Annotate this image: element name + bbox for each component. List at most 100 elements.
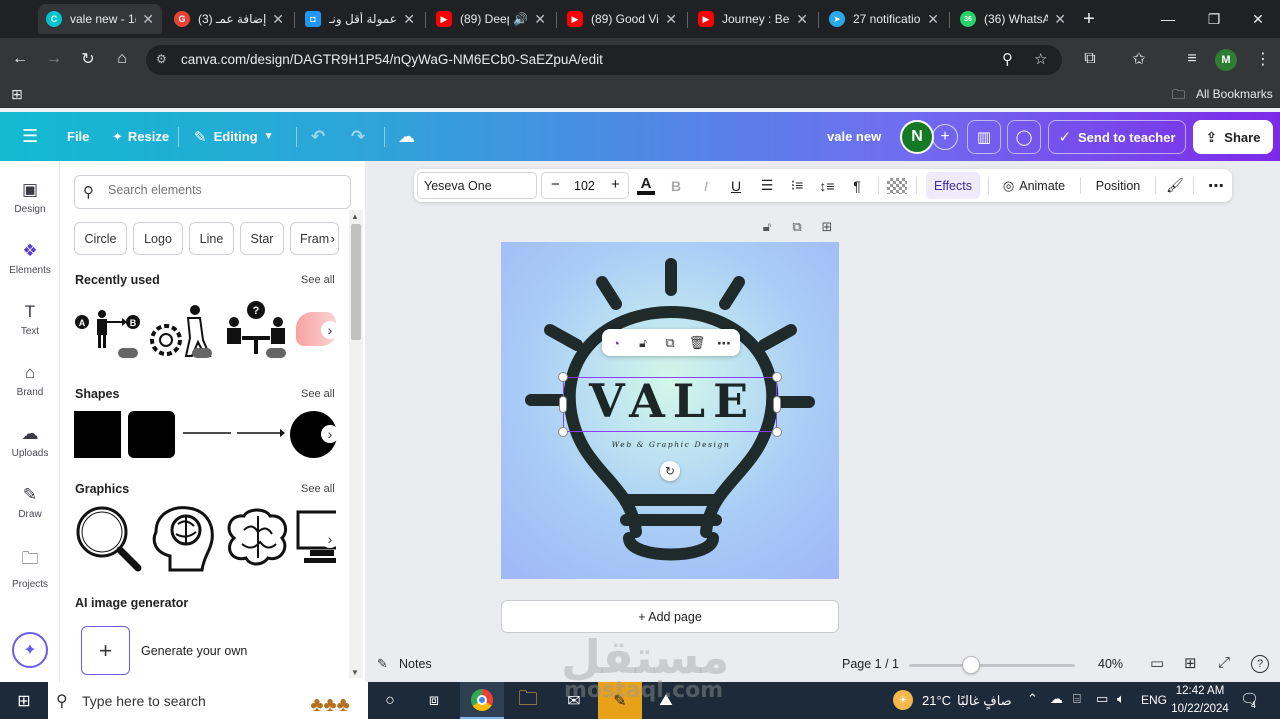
restore-icon[interactable]: ❐ — [1194, 6, 1234, 32]
tab-whatsapp[interactable]: 36 (36) WhatsAp ✕ — [952, 4, 1074, 34]
transparency-icon[interactable] — [887, 178, 907, 194]
chip-star[interactable]: Star — [240, 222, 284, 255]
shape-square[interactable] — [74, 411, 121, 458]
back-icon[interactable]: ← — [7, 46, 33, 72]
lock-element-icon[interactable]: 🔓︎ — [634, 334, 652, 352]
notifications-icon[interactable]: 🗨︎ — [1240, 690, 1259, 708]
effects-button[interactable]: Effects — [926, 172, 980, 199]
windows-start-icon[interactable]: ⊞ — [2, 682, 46, 719]
recent-graphic-a-to-b[interactable]: A B — [74, 300, 142, 360]
weather-desc[interactable]: صافٍ غالبًا — [957, 693, 1012, 709]
extensions-icon[interactable]: ⧉ — [1077, 46, 1103, 72]
media-control-icon[interactable]: ≡ — [1179, 46, 1205, 72]
resize-handle-right[interactable] — [773, 396, 781, 413]
zoom-lens-icon[interactable]: ⚲ — [1002, 50, 1013, 68]
magic-sparkle-button[interactable]: ✦ — [12, 632, 48, 668]
element-more-icon[interactable]: ⋯ — [715, 334, 733, 352]
forward-icon[interactable]: → — [41, 46, 67, 72]
battery-icon[interactable]: ▭ — [1096, 691, 1108, 707]
reload-icon[interactable]: ↻ — [75, 46, 101, 72]
grid-view-icon[interactable]: ⊞ — [1184, 654, 1197, 672]
graphics-next-icon[interactable]: › — [321, 530, 339, 548]
bookmarks-icon[interactable]: ✩ — [1126, 46, 1152, 72]
shapes-next-icon[interactable]: › — [321, 425, 339, 443]
duplicate-element-icon[interactable]: ⧉ — [661, 334, 679, 352]
list-bullets-icon[interactable]: ⁝≡ — [787, 172, 807, 199]
page-view-icon[interactable]: ▭ — [1150, 654, 1164, 672]
tab-youtube-deep[interactable]: ▶ (89) Deep 🔊 ✕ — [428, 4, 554, 34]
recent-graphic-meeting[interactable]: ? — [222, 300, 290, 360]
chip-frame[interactable]: Fram › — [290, 222, 339, 255]
help-icon[interactable]: ? — [1251, 655, 1269, 673]
font-size-value[interactable]: 102 — [574, 179, 595, 193]
graphic-brain-head[interactable] — [150, 504, 216, 574]
all-bookmarks-link[interactable]: All Bookmarks — [1196, 87, 1273, 101]
tab-youtube-journey[interactable]: ▶ Journey : Bes ✕ — [690, 4, 816, 34]
resize-handle-tl[interactable] — [558, 372, 568, 382]
site-info-icon[interactable]: ⚙ — [156, 52, 172, 68]
taskbar-search[interactable]: ⚲ Type here to search ♣♣♣ — [48, 682, 368, 719]
tab-youtube-good[interactable]: ▶ (89) Good Vi ✕ — [559, 4, 685, 34]
zoom-level[interactable]: 40% — [1098, 657, 1123, 671]
rail-item-projects[interactable]: 🗀 Projects — [0, 546, 60, 590]
close-tab-icon[interactable]: ✕ — [272, 11, 284, 28]
generate-plus-button[interactable]: + — [81, 626, 130, 675]
apps-grid-icon[interactable]: ⊞ — [11, 86, 27, 102]
bookmark-star-icon[interactable]: ☆ — [1034, 50, 1047, 68]
align-center-icon[interactable]: ☰ — [757, 172, 777, 199]
clock-date[interactable]: 10/22/2024 — [1168, 703, 1232, 715]
address-bar[interactable]: ⚙ canva.com/design/DAGTR9H1P54/nQyWaG-NM… — [146, 45, 1062, 75]
tab-google-add[interactable]: G (3) إضافة عمـ ✕ — [166, 4, 292, 34]
weather-sun-icon[interactable]: ☀ — [893, 690, 913, 710]
recent-next-icon[interactable]: › — [321, 321, 339, 339]
resize-handle-tr[interactable] — [772, 372, 782, 382]
chevron-right-icon[interactable]: › — [331, 231, 335, 246]
fullscreen-icon[interactable]: ⤢ — [1218, 654, 1230, 671]
cortana-icon[interactable]: ○ — [368, 682, 412, 719]
send-to-teacher-button[interactable]: ✓ Send to teacher — [1048, 120, 1186, 154]
resize-button[interactable]: ✦ Resize — [112, 112, 169, 161]
clock-time[interactable]: 12:42 AM — [1172, 685, 1228, 697]
resize-handle-left[interactable] — [559, 396, 567, 413]
insights-chart-icon[interactable]: ▥ — [967, 120, 1001, 154]
see-all-shapes-link[interactable]: See all — [301, 388, 335, 400]
paragraph-icon[interactable]: ¶ — [847, 172, 867, 199]
close-tab-icon[interactable]: ✕ — [1054, 11, 1066, 28]
network-icon[interactable]: ⌸ — [1073, 691, 1081, 707]
panel-scroll-thumb[interactable] — [351, 224, 361, 340]
collaborator-avatar[interactable]: N — [900, 120, 934, 154]
scroll-up-icon[interactable]: ▲ — [351, 212, 359, 221]
text-selection-box[interactable] — [563, 377, 777, 432]
spacing-icon[interactable]: ↕≡ — [817, 172, 837, 199]
more-options-icon[interactable]: ⋯ — [1204, 172, 1228, 199]
tab-mostaql[interactable]: ◘ عمولة أقل ونـ ✕ — [297, 4, 423, 34]
shape-line[interactable] — [182, 426, 232, 440]
address-url[interactable]: canva.com/design/DAGTR9H1P54/nQyWaG-NM6E… — [181, 52, 603, 67]
text-color-button[interactable]: A — [635, 172, 657, 199]
input-language[interactable]: ENG — [1141, 693, 1167, 707]
shape-rounded-square[interactable] — [128, 411, 175, 458]
chrome-taskbar-icon[interactable] — [460, 682, 504, 719]
lock-page-icon[interactable]: 🔓︎ — [758, 218, 776, 236]
rail-item-elements[interactable]: ❖ Elements — [0, 241, 60, 276]
file-explorer-icon[interactable]: 🗀 — [506, 682, 550, 719]
see-all-graphics-link[interactable]: See all — [301, 483, 335, 495]
magic-edit-icon[interactable]: ◔ — [607, 334, 625, 352]
tab-telegram[interactable]: ➤ 27 notificatio ✕ — [821, 4, 947, 34]
rail-item-uploads[interactable]: ☁ Uploads — [0, 424, 60, 459]
rail-item-brand[interactable]: ⌂ Brand — [0, 363, 60, 398]
zoom-slider-knob[interactable] — [962, 656, 980, 674]
chip-line[interactable]: Line — [189, 222, 234, 255]
resize-handle-br[interactable] — [772, 427, 782, 437]
editing-mode-button[interactable]: ✎ Editing ▼ — [194, 112, 274, 161]
close-tab-icon[interactable]: ✕ — [403, 11, 415, 28]
shape-arrow-line[interactable] — [236, 426, 286, 440]
animate-button[interactable]: ◎ Animate — [998, 172, 1070, 199]
design-canvas-page[interactable]: VALE Web & Graphic Design ↻ ◔ 🔓︎ ⧉ 🗑︎ ⋯ — [501, 242, 839, 579]
redo-icon[interactable]: ↷ — [351, 112, 365, 161]
scroll-down-icon[interactable]: ▼ — [351, 668, 359, 677]
rotate-handle-icon[interactable]: ↻ — [660, 461, 680, 481]
rail-item-text[interactable]: T Text — [0, 302, 60, 337]
file-menu[interactable]: File — [67, 112, 89, 161]
chip-circle[interactable]: Circle — [74, 222, 127, 255]
